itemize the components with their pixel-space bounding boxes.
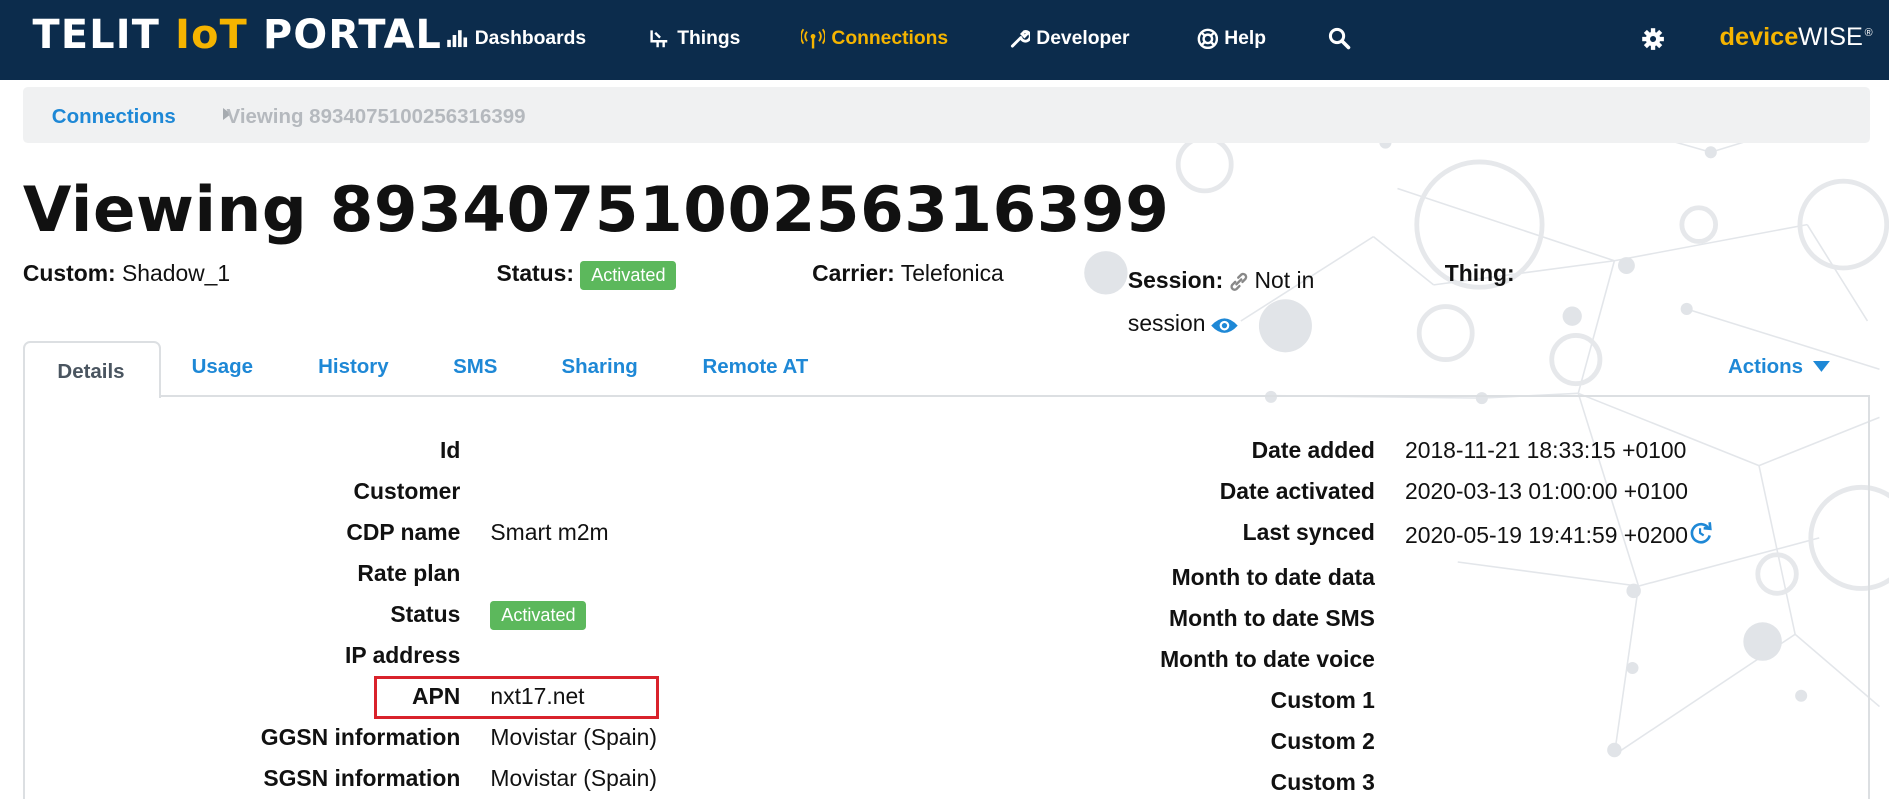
lifebuoy-icon <box>1197 28 1218 49</box>
tabs-divider <box>22 395 1871 397</box>
antenna-icon <box>801 28 826 49</box>
custom-3-label: Custom 3 <box>1270 768 1375 795</box>
thing-field: Thing: <box>1445 259 1515 288</box>
custom-value: Shadow_1 <box>122 260 231 287</box>
bar-chart-icon <box>447 30 467 47</box>
refresh-icon[interactable] <box>1688 521 1715 545</box>
nav-developer[interactable]: Developer <box>1010 23 1130 54</box>
carrier-label: Carrier: <box>812 260 895 287</box>
breadcrumb-connections-link[interactable]: Connections <box>52 105 176 129</box>
date-added-label: Date added <box>1251 437 1375 464</box>
search-icon <box>1328 28 1351 50</box>
nav-help-label: Help <box>1224 27 1267 49</box>
tab-remote-at[interactable]: Remote AT <box>703 355 809 379</box>
rate-plan-label: Rate plan <box>357 560 461 587</box>
apn-highlight-box <box>373 676 660 720</box>
custom-label: Custom: <box>22 260 116 287</box>
actions-label: Actions <box>1727 355 1804 379</box>
id-label: Id <box>439 437 461 464</box>
nav-connections-label: Connections <box>831 27 949 49</box>
tab-sharing[interactable]: Sharing <box>562 355 638 379</box>
breadcrumb: Connections Viewing 8934075100256316399 <box>22 86 1871 144</box>
detail-status-label: Status <box>390 601 461 628</box>
settings-button[interactable] <box>1641 23 1665 54</box>
sgsn-information-value: Movistar (Spain) <box>490 764 657 791</box>
date-activated-value: 2020-03-13 01:00:00 +0100 <box>1405 478 1689 505</box>
detail-status-value: Activated <box>490 599 587 631</box>
status-field: Status: Activated <box>496 259 677 291</box>
last-synced-label: Last synced <box>1242 519 1375 546</box>
date-added-value: 2018-11-21 18:33:15 +0100 <box>1405 437 1687 464</box>
gear-icon <box>1642 27 1665 50</box>
cdp-name-value: Smart m2m <box>490 519 609 546</box>
sgsn-information-label: SGSN information <box>263 764 461 791</box>
carrier-value: Telefonica <box>900 260 1004 287</box>
ggsn-information-label: GGSN information <box>260 724 461 750</box>
link-icon <box>1230 273 1248 292</box>
month-to-date-sms-label: Month to date SMS <box>1169 604 1375 631</box>
eye-icon[interactable] <box>1210 316 1239 335</box>
month-to-date-data-label: Month to date data <box>1171 563 1375 590</box>
breadcrumb-current: Viewing 8934075100256316399 <box>226 104 526 128</box>
nav-developer-label: Developer <box>1036 27 1130 49</box>
page-title: Viewing 8934075100256316399 <box>22 172 1170 246</box>
page-root: TELIT IoT PORTAL Dashboards Things Conne… <box>0 0 1889 799</box>
ip-address-label: IP address <box>345 642 461 669</box>
custom-2-label: Custom 2 <box>1270 727 1375 754</box>
session-value-line1: Not in <box>1254 267 1315 294</box>
things-icon <box>650 30 668 47</box>
tab-history[interactable]: History <box>318 355 389 379</box>
status-badge: Activated <box>580 261 677 291</box>
tab-sms[interactable]: SMS <box>453 355 497 379</box>
panel-border-left <box>22 395 25 799</box>
detail-status-badge: Activated <box>490 601 587 631</box>
actions-dropdown[interactable]: Actions <box>1728 355 1830 379</box>
nav-connections[interactable]: Connections <box>801 23 948 54</box>
nav-things[interactable]: Things <box>648 23 740 54</box>
nav-dashboards[interactable]: Dashboards <box>446 23 586 54</box>
status-label: Status: <box>496 260 574 287</box>
ggsn-information-value: Movistar (Spain) <box>490 724 657 750</box>
customer-label: Customer <box>353 478 461 505</box>
caret-down-icon <box>1812 361 1830 373</box>
wrench-icon <box>1010 30 1031 48</box>
session-value-line2: session <box>1127 310 1206 337</box>
devicewise-logo[interactable]: deviceWISE ® <box>1720 22 1873 53</box>
last-synced-value: 2020-05-19 19:41:59 +0200 <box>1405 521 1689 548</box>
custom-field: Custom: Shadow_1 <box>23 259 230 288</box>
nav-help[interactable]: Help <box>1197 23 1266 54</box>
last-synced-field: 2020-05-19 19:41:59 +0200 <box>1405 521 1715 550</box>
nav-dashboards-label: Dashboards <box>474 27 587 49</box>
session-field: Session: Not in session <box>1128 259 1369 346</box>
telit-iot-portal-logo[interactable]: TELIT IoT PORTAL <box>33 11 443 59</box>
session-label: Session: <box>1127 267 1224 294</box>
top-nav-bar: TELIT IoT PORTAL Dashboards Things Conne… <box>0 0 1889 80</box>
panel-border-right <box>1867 395 1870 799</box>
search-button[interactable] <box>1328 23 1351 54</box>
nav-things-label: Things <box>677 27 741 49</box>
custom-1-label: Custom 1 <box>1270 686 1375 713</box>
tab-usage[interactable]: Usage <box>192 355 253 379</box>
tab-details-label: Details <box>57 359 125 383</box>
date-activated-label: Date activated <box>1219 478 1375 505</box>
thing-label: Thing: <box>1444 260 1515 287</box>
tab-details[interactable]: Details <box>22 341 161 399</box>
month-to-date-voice-label: Month to date voice <box>1160 645 1375 672</box>
carrier-field: Carrier: Telefonica <box>812 259 1004 288</box>
cdp-name-label: CDP name <box>346 519 461 546</box>
